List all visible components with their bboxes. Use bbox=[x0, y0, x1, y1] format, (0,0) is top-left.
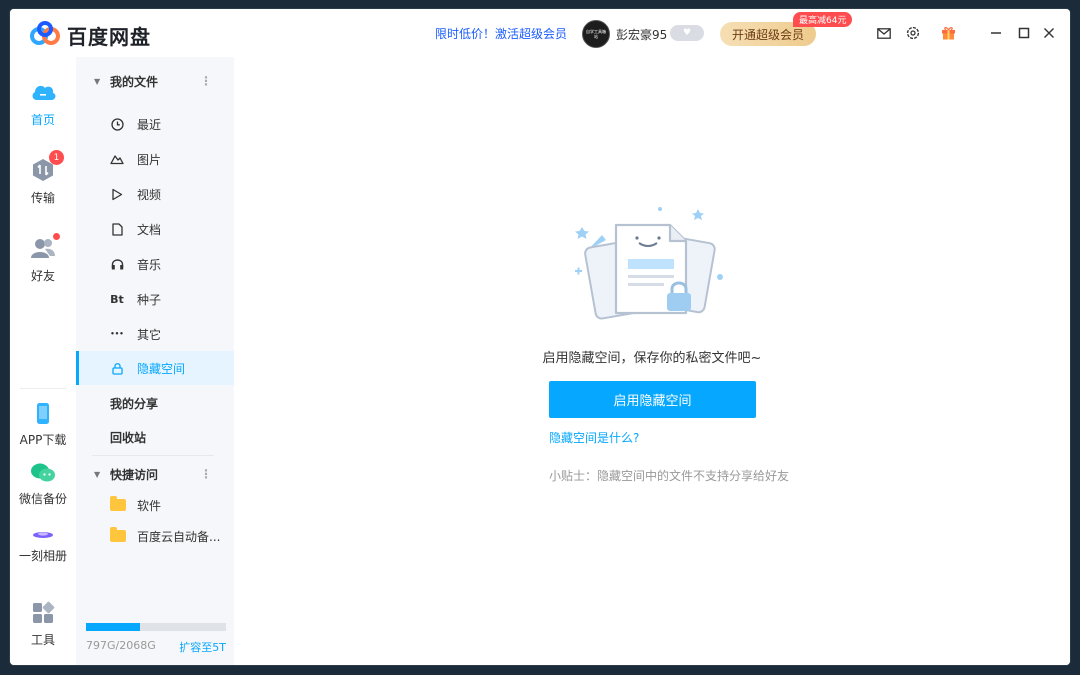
section-title: 快捷访问 bbox=[110, 467, 159, 482]
sidebar-item-label: 音乐 bbox=[137, 257, 162, 272]
caret-down-icon: ▼ bbox=[94, 76, 101, 86]
sidebar-item-label: 种子 bbox=[137, 292, 162, 307]
hidden-space-illustration-icon bbox=[575, 207, 723, 320]
main-content: 启用隐藏空间，保存你的私密文件吧~ 启用隐藏空间 隐藏空间是什么? 小贴士：隐藏… bbox=[234, 57, 1070, 665]
tip-text: 小贴士：隐藏空间中的文件不支持分享给好友 bbox=[549, 469, 790, 483]
clock-icon bbox=[110, 117, 124, 131]
image-icon bbox=[110, 152, 124, 166]
mail-icon[interactable] bbox=[875, 24, 893, 42]
username[interactable]: 彭宏豪95 bbox=[616, 26, 667, 43]
settings-icon[interactable] bbox=[904, 24, 922, 42]
sidebar-item-others[interactable]: ••• 其它 bbox=[76, 317, 234, 351]
play-icon bbox=[110, 187, 124, 201]
promo-link[interactable]: 限时低价！激活超级会员 bbox=[435, 25, 567, 42]
baidu-netdisk-logo-icon bbox=[30, 21, 60, 45]
tools-icon bbox=[30, 601, 56, 625]
title-bar: 百度网盘 限时低价！激活超级会员 自学工具箱站 彭宏豪95 ♥ 开通超级会员 最… bbox=[10, 9, 1070, 57]
close-icon[interactable] bbox=[1038, 22, 1060, 44]
rail-item-label: 首页 bbox=[30, 113, 55, 127]
rail-item-app-download[interactable]: APP下载 bbox=[10, 403, 76, 448]
sidebar-item-label: 最近 bbox=[137, 117, 162, 132]
headphone-icon bbox=[110, 257, 124, 271]
rail-item-label: 微信备份 bbox=[18, 492, 67, 506]
rail-item-label: 工具 bbox=[30, 633, 55, 647]
storage-quota-fill bbox=[86, 623, 140, 631]
more-icon: ••• bbox=[110, 330, 124, 338]
lock-icon bbox=[110, 361, 124, 375]
album-icon bbox=[30, 527, 56, 541]
sidebar-item-documents[interactable]: 文档 bbox=[76, 212, 234, 246]
section-title: 我的文件 bbox=[110, 74, 159, 89]
sidebar-item-label: 视频 bbox=[137, 187, 162, 202]
kebab-menu-icon[interactable]: ⋮ bbox=[200, 467, 212, 481]
rail-item-tools[interactable]: 工具 bbox=[10, 601, 76, 648]
app-title: 百度网盘 bbox=[67, 25, 151, 49]
sidebar-item-recycle-bin[interactable]: 回收站 bbox=[110, 420, 146, 454]
sidebar-item-label: 图片 bbox=[137, 152, 162, 167]
sidebar-item-label: 其它 bbox=[137, 327, 162, 342]
document-icon bbox=[110, 222, 124, 236]
rail-item-label[interactable]: APP下载 bbox=[20, 433, 67, 447]
maximize-icon[interactable] bbox=[1013, 22, 1035, 44]
what-is-hidden-space-link[interactable]: 隐藏空间是什么? bbox=[549, 429, 639, 446]
discount-badge: 最高减64元 bbox=[793, 12, 853, 27]
quick-item-software[interactable]: 软件 bbox=[76, 488, 234, 522]
rail-divider bbox=[20, 388, 66, 389]
storage-quota-text: 797G/2068G bbox=[86, 639, 156, 652]
expand-storage-link[interactable]: 扩容至5T bbox=[179, 639, 226, 655]
enable-hidden-space-button[interactable]: 启用隐藏空间 bbox=[549, 381, 756, 418]
quick-item-auto-backup[interactable]: 百度云自动备... bbox=[76, 519, 234, 553]
friends-icon bbox=[30, 233, 60, 261]
rail-item-home[interactable]: 首页 bbox=[10, 79, 76, 128]
sidebar-item-images[interactable]: 图片 bbox=[76, 142, 234, 176]
quick-item-label: 百度云自动备... bbox=[137, 529, 221, 544]
rail-item-label: 好友 bbox=[30, 269, 55, 283]
sidebar-item-torrents[interactable]: Bt 种子 bbox=[76, 282, 234, 316]
rail-item-label: 一刻相册 bbox=[18, 549, 67, 563]
file-sidebar: ▼ 我的文件 ⋮ 最近 图片 视频 文档 音乐 Bt 种子 ••• 其它 隐藏空… bbox=[76, 57, 234, 665]
bt-icon: Bt bbox=[110, 292, 124, 306]
wechat-icon bbox=[30, 462, 56, 484]
avatar[interactable]: 自学工具箱站 bbox=[582, 20, 610, 48]
kebab-menu-icon[interactable]: ⋮ bbox=[200, 74, 212, 88]
sidebar-item-label: 隐藏空间 bbox=[137, 361, 186, 376]
left-rail: 首页 1 传输 好友 APP下载 微信备份 一刻相册 工具 bbox=[10, 57, 76, 665]
friends-dot-badge bbox=[53, 233, 60, 240]
sidebar-divider bbox=[92, 455, 214, 456]
rail-item-transfer[interactable]: 1 传输 bbox=[10, 150, 76, 206]
minimize-icon[interactable] bbox=[985, 22, 1007, 44]
cloud-icon bbox=[30, 79, 56, 105]
sidebar-item-hidden-space[interactable]: 隐藏空间 bbox=[76, 351, 234, 385]
sidebar-item-music[interactable]: 音乐 bbox=[76, 247, 234, 281]
rail-item-label: 传输 bbox=[30, 191, 55, 205]
folder-icon bbox=[110, 527, 126, 542]
storage-quota-bar bbox=[86, 623, 226, 631]
sidebar-item-recent[interactable]: 最近 bbox=[76, 107, 234, 141]
transfer-icon: 1 bbox=[30, 150, 64, 183]
empty-state-title: 启用隐藏空间，保存你的私密文件吧~ bbox=[542, 351, 762, 366]
quick-access-section-header[interactable]: ▼ 快捷访问 ⋮ bbox=[76, 457, 234, 491]
my-files-section-header[interactable]: ▼ 我的文件 ⋮ bbox=[76, 64, 234, 98]
phone-icon bbox=[34, 403, 52, 425]
rail-item-album[interactable]: 一刻相册 bbox=[10, 527, 76, 564]
app-window: 百度网盘 限时低价！激活超级会员 自学工具箱站 彭宏豪95 ♥ 开通超级会员 最… bbox=[10, 9, 1070, 665]
level-badge: ♥ bbox=[670, 25, 704, 41]
caret-down-icon: ▼ bbox=[94, 469, 101, 479]
transfer-count-badge: 1 bbox=[49, 150, 64, 165]
gift-icon[interactable] bbox=[939, 24, 957, 42]
sidebar-item-my-share[interactable]: 我的分享 bbox=[110, 386, 158, 420]
sidebar-item-videos[interactable]: 视频 bbox=[76, 177, 234, 211]
rail-item-friends[interactable]: 好友 bbox=[10, 233, 76, 284]
folder-icon bbox=[110, 496, 126, 511]
sidebar-item-label: 文档 bbox=[137, 222, 162, 237]
rail-item-wechat-backup[interactable]: 微信备份 bbox=[10, 462, 76, 507]
quick-item-label: 软件 bbox=[137, 498, 162, 513]
